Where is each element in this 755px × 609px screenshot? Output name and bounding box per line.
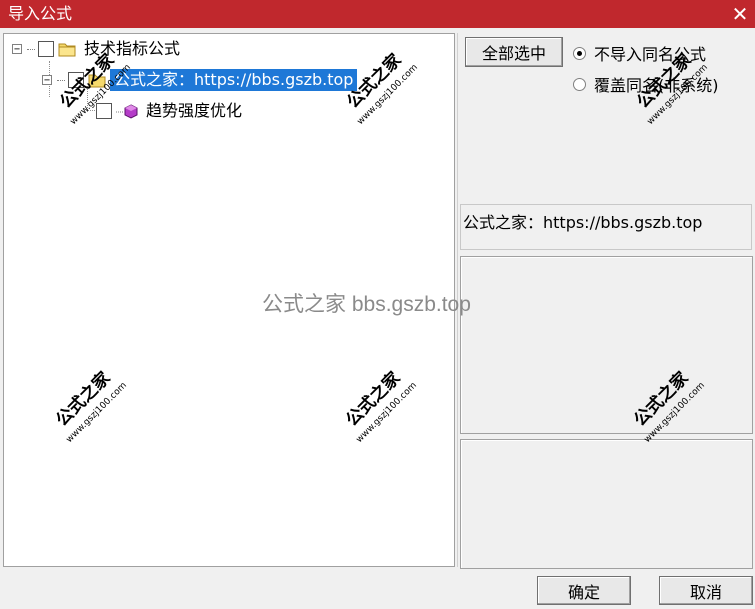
title-bar: 导入公式 ✕ — [0, 0, 755, 28]
tree-item-root[interactable]: − 技术指标公式 — [12, 37, 180, 61]
folder-icon — [88, 74, 106, 88]
preview-panel — [460, 256, 753, 434]
collapse-icon[interactable]: − — [12, 44, 22, 55]
radio-no-import-button[interactable] — [573, 46, 586, 60]
formula-description-field: 公式之家：https://bbs.gszb.top — [460, 204, 752, 250]
formula-description: 公式之家：https://bbs.gszb.top — [463, 213, 703, 232]
collapse-icon[interactable]: − — [42, 75, 52, 86]
detail-panel — [460, 439, 753, 569]
radio-overwrite-label: 覆盖同名(非系统) — [594, 76, 719, 95]
radio-overwrite[interactable]: 覆盖同名(非系统) — [573, 72, 719, 96]
close-button[interactable]: ✕ — [725, 0, 755, 28]
window-title: 导入公式 — [8, 4, 73, 23]
formula-icon — [116, 104, 138, 119]
tree-connector — [57, 79, 65, 81]
radio-no-import-label: 不导入同名公式 — [594, 45, 707, 64]
close-icon: ✕ — [731, 2, 749, 26]
select-all-button[interactable]: 全部选中 — [465, 37, 563, 67]
tree-checkbox-source[interactable] — [68, 72, 84, 88]
radio-no-import[interactable]: 不导入同名公式 — [573, 41, 706, 65]
tree-checkbox-root[interactable] — [38, 41, 54, 57]
tree-item-source[interactable]: − 公式之家：https://bbs.gszb.top — [42, 68, 358, 92]
tree-item-label: 技术指标公式 — [84, 39, 181, 58]
tree-checkbox-formula[interactable] — [96, 103, 112, 119]
tree-connector — [27, 48, 35, 50]
center-watermark: 公式之家 bbs.gszb.top — [262, 293, 471, 316]
tree-item-formula[interactable]: 趋势强度优化 — [96, 99, 242, 123]
cancel-button[interactable]: 取消 — [659, 576, 753, 605]
ok-button[interactable]: 确定 — [537, 576, 631, 605]
tree-item-label: 趋势强度优化 — [146, 101, 243, 120]
radio-overwrite-button[interactable] — [573, 77, 586, 91]
folder-icon — [58, 43, 76, 57]
tree-item-label-selected: 公式之家：https://bbs.gszb.top — [110, 69, 358, 91]
